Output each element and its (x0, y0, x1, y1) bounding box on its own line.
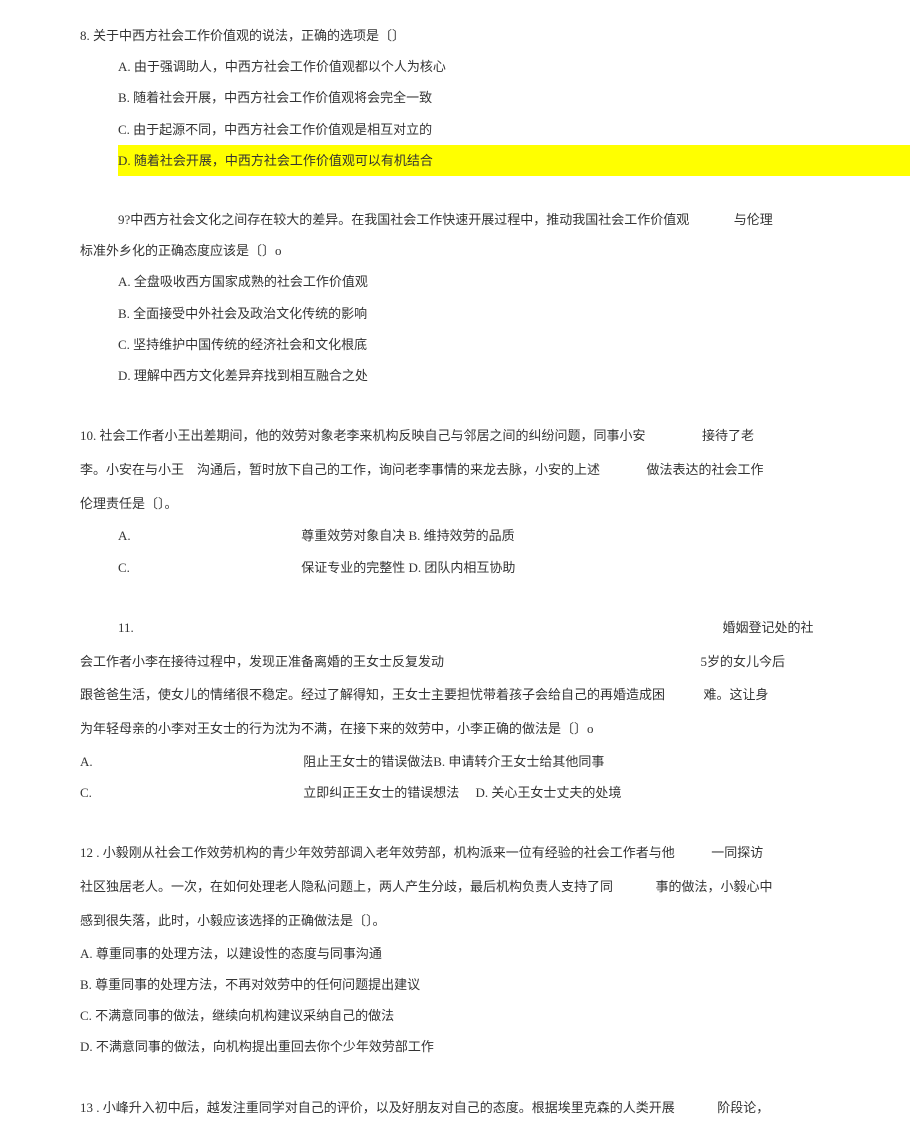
q12-l1b: 一同探访 (711, 845, 763, 860)
q11-l2-right: 5岁的女儿今后 (701, 654, 786, 669)
q8-option-d-highlighted: D. 随着社会开展，中西方社会工作价值观可以有机结合 (118, 145, 910, 176)
q11-row1-text: 阻止王女士的错误做法B. 申请转介王女士给其他同事 (303, 754, 604, 769)
q10-stem-line2: 李。小安在与小王 沟通后，暂时放下自己的工作，询问老李事情的来龙去脉，小安的上述… (80, 453, 850, 487)
q10-stem-l2b: 做法表达的社会工作 (647, 462, 764, 477)
q12-stem-line3: 感到很失落，此时，小毅应该选择的正确做法是〔〕。 (80, 904, 850, 938)
q10-stem-line3: 伦理责任是〔〕。 (80, 487, 850, 521)
q11-l1-right: 婚姻登记处的社 (723, 620, 814, 635)
q9-stem-text1b: 与伦理 (734, 212, 773, 227)
q11-label-a: A. (80, 746, 300, 777)
q9-option-d: D. 理解中西方文化差异弃找到相互融合之处 (118, 360, 850, 391)
q12-l1a: 12 . 小毅刚从社会工作效劳机构的青少年效劳部调入老年效劳部，机构派来一位有经… (80, 845, 675, 860)
q10-stem-l1a: 10. 社会工作者小王出差期间，他的效劳对象老李来机构反映自己与邻居之间的纠纷问… (80, 428, 646, 443)
q12-l2a: 社区独居老人。一次，在如何处理老人隐私问题上，两人产生分歧，最后机构负责人支持了… (80, 879, 613, 894)
q13-stem-line1: 13 . 小峰升入初中后，越发注重同学对自己的评价，以及好朋友对自己的态度。根据… (80, 1091, 850, 1125)
q12-option-b: B. 尊重同事的处理方法，不再对效劳中的任何问题提出建议 (80, 969, 850, 1000)
q9-option-c: C. 坚持维护中国传统的经济社会和文化根底 (118, 329, 850, 360)
q10-row1-text: 尊重效劳对象自决 B. 维持效劳的品质 (301, 528, 514, 543)
q9-stem-line1: 9?中西方社会文化之间存在较大的差异。在我国社会工作快速开展过程中，推动我国社会… (80, 204, 850, 235)
q10-stem-l2a: 李。小安在与小王 沟通后，暂时放下自己的工作，询问老李事情的来龙去脉，小安的上述 (80, 462, 600, 477)
q10-row2-text: 保证专业的完整性 D. 团队内相互协助 (301, 560, 515, 575)
q11-row2-text: 立即纠正王女士的错误想法 D. 关心王女士丈夫的处境 (303, 785, 621, 800)
q11-l3-right: 难。这让身 (704, 687, 769, 702)
q8-option-a: A. 由于强调助人，中西方社会工作价值观都以个人为核心 (118, 51, 850, 82)
q13-l1b: 阶段论， (717, 1100, 769, 1115)
q9-option-b: B. 全面接受中外社会及政治文化传统的影响 (118, 298, 850, 329)
q12-stem-line2: 社区独居老人。一次，在如何处理老人隐私问题上，两人产生分歧，最后机构负责人支持了… (80, 870, 850, 904)
q9-stem-line2: 标准外乡化的正确态度应该是〔〕o (80, 235, 850, 266)
q9-option-a: A. 全盘吸收西方国家成熟的社会工作价值观 (118, 266, 850, 297)
q10-label-a: A. (118, 520, 298, 551)
q12-stem-line1: 12 . 小毅刚从社会工作效劳机构的青少年效劳部调入老年效劳部，机构派来一位有经… (80, 836, 850, 870)
q11-option-row2: C. 立即纠正王女士的错误想法 D. 关心王女士丈夫的处境 (80, 777, 850, 808)
q9-stem-text1: 9?中西方社会文化之间存在较大的差异。在我国社会工作快速开展过程中，推动我国社会… (118, 212, 689, 227)
q11-line4: 为年轻母亲的小李对王女士的行为沈为不满，在接下来的效劳中，小李正确的做法是〔〕o (80, 712, 850, 746)
q11-label-c: C. (80, 777, 300, 808)
q13-l1a: 13 . 小峰升入初中后，越发注重同学对自己的评价，以及好朋友对自己的态度。根据… (80, 1100, 675, 1115)
q12-l2b: 事的做法，小毅心中 (656, 879, 773, 894)
q10-option-row2: C. 保证专业的完整性 D. 团队内相互协助 (118, 552, 850, 583)
q12-option-c: C. 不满意同事的做法，继续向机构建议采纳自己的做法 (80, 1000, 850, 1031)
q11-line1: 11. 婚姻登记处的社 (80, 611, 850, 645)
q11-line3: 跟爸爸生活，使女儿的情绪很不稳定。经过了解得知，王女士主要担忧带着孩子会给自己的… (80, 678, 850, 712)
q12-option-a: A. 尊重同事的处理方法，以建设性的态度与同事沟通 (80, 938, 850, 969)
q10-stem-line1: 10. 社会工作者小王出差期间，他的效劳对象老李来机构反映自己与邻居之间的纠纷问… (80, 419, 850, 453)
q10-stem-l1b: 接待了老 (702, 428, 754, 443)
q8-stem: 8. 关于中西方社会工作价值观的说法，正确的选项是〔〕 (80, 20, 850, 51)
q10-label-c: C. (118, 552, 298, 583)
q8-option-c: C. 由于起源不同，中西方社会工作价值观是相互对立的 (118, 114, 850, 145)
q11-number: 11. (118, 611, 156, 645)
q11-option-row1: A. 阻止王女士的错误做法B. 申请转介王女士给其他同事 (80, 746, 850, 777)
q8-option-b: B. 随着社会开展，中西方社会工作价值观将会完全一致 (118, 82, 850, 113)
q11-line2: 会工作者小李在接待过程中，发现正准备离婚的王女士反复发动 5岁的女儿今后 (80, 645, 850, 679)
q12-option-d: D. 不满意同事的做法，向机构提出重回去你个少年效劳部工作 (80, 1031, 850, 1062)
q11-l3-left: 跟爸爸生活，使女儿的情绪很不稳定。经过了解得知，王女士主要担忧带着孩子会给自己的… (80, 687, 665, 702)
q10-option-row1: A. 尊重效劳对象自决 B. 维持效劳的品质 (118, 520, 850, 551)
q11-l2-left: 会工作者小李在接待过程中，发现正准备离婚的王女士反复发动 (80, 654, 444, 669)
